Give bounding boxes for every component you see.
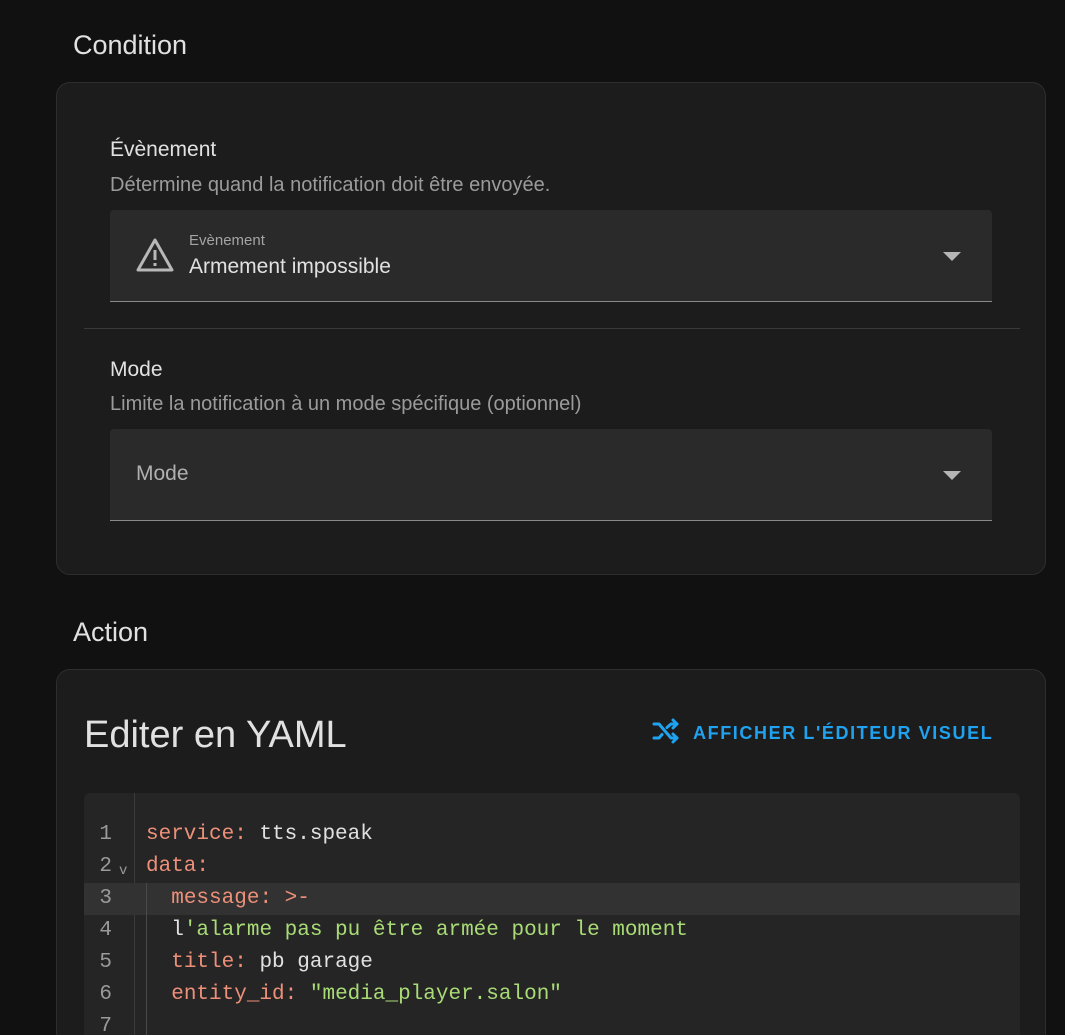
code-line[interactable]: 7 — [84, 1011, 1020, 1035]
line-number: 4 — [99, 919, 112, 942]
code-line[interactable]: 5 title: pb garage — [84, 947, 1020, 979]
show-visual-editor-button[interactable]: AFFICHER L'ÉDITEUR VISUEL — [652, 718, 994, 749]
code-text: entity_id: "media_player.salon" — [171, 983, 562, 1006]
code-text: title: pb garage — [171, 951, 373, 974]
code-line[interactable]: 4 l'alarme pas pu être armée pour le mom… — [84, 915, 1020, 947]
code-line[interactable]: 2 v data: — [84, 851, 1020, 883]
yaml-code-editor[interactable]: 1 service: tts.speak 2 v data: 3 message… — [84, 793, 1020, 1035]
code-text: l'alarme pas pu être armée pour le momen… — [171, 919, 688, 942]
event-select-label: Evènement — [189, 232, 265, 249]
code-text: data: — [146, 855, 210, 878]
indent-guide — [146, 1011, 147, 1035]
mode-title: Mode — [110, 358, 163, 381]
line-number: 7 — [99, 1015, 112, 1035]
line-number: 3 — [99, 887, 112, 910]
condition-heading: Condition — [73, 30, 188, 60]
action-card: Editer en YAML AFFICHER L'ÉDITEUR VISUEL… — [56, 669, 1046, 1035]
line-number: 5 — [99, 951, 112, 974]
mode-select[interactable]: Mode — [110, 429, 992, 521]
shuffle-icon — [652, 718, 680, 749]
line-number: 2 — [99, 855, 112, 878]
warning-icon — [136, 237, 174, 273]
yaml-editor-title: Editer en YAML — [84, 714, 347, 756]
mode-select-placeholder: Mode — [136, 462, 189, 485]
event-title: Évènement — [110, 138, 217, 161]
event-select[interactable]: Evènement Armement impossible — [110, 210, 992, 302]
action-heading: Action — [73, 617, 149, 647]
code-text: message: >- — [171, 887, 310, 910]
dropdown-arrow-icon[interactable] — [943, 471, 961, 480]
condition-card: Évènement Détermine quand la notificatio… — [56, 82, 1046, 575]
divider — [84, 328, 1020, 329]
line-number: 1 — [99, 823, 112, 846]
notification-editor-page: Condition Évènement Détermine quand la n… — [0, 0, 1065, 1035]
code-line[interactable]: 1 service: tts.speak — [84, 819, 1020, 851]
event-description: Détermine quand la notification doit êtr… — [110, 174, 551, 196]
code-text: service: tts.speak — [146, 823, 373, 846]
code-line[interactable]: 6 entity_id: "media_player.salon" — [84, 979, 1020, 1011]
mode-description: Limite la notification à un mode spécifi… — [110, 393, 582, 415]
event-select-value: Armement impossible — [189, 255, 391, 278]
line-number: 6 — [99, 983, 112, 1006]
dropdown-arrow-icon[interactable] — [943, 252, 961, 261]
show-visual-editor-label: AFFICHER L'ÉDITEUR VISUEL — [693, 722, 994, 743]
code-line-active[interactable]: 3 message: >- — [84, 883, 1020, 915]
